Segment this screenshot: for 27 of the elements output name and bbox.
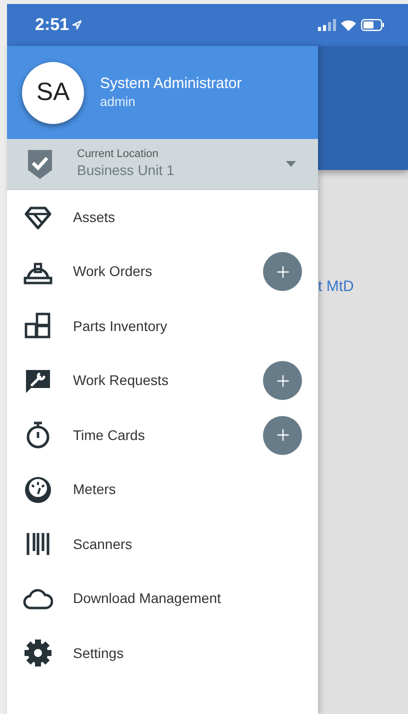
menu-item[interactable]: Parts Inventory	[23, 311, 302, 342]
dropdown-caret-icon	[286, 161, 296, 167]
location-label: Current Location	[77, 148, 160, 162]
battery-icon	[361, 19, 384, 31]
add-button[interactable]	[263, 252, 302, 292]
user-name: System Administrator	[100, 75, 242, 94]
settings-icon	[23, 638, 53, 668]
add-button[interactable]	[263, 416, 302, 455]
location-value: Business Unit 1	[77, 162, 176, 180]
location-selector[interactable]: Current Location Business Unit 1	[7, 139, 318, 190]
wifi-icon	[341, 20, 356, 30]
location-arrow-icon	[72, 20, 82, 30]
shield-check-icon	[27, 149, 53, 179]
menu-item[interactable]: Meters	[23, 474, 302, 505]
menu-item[interactable]: Scanners	[23, 529, 302, 560]
add-button[interactable]	[263, 361, 302, 400]
menu-item[interactable]: Work Requests	[23, 366, 263, 396]
user-login: admin	[100, 94, 136, 110]
menu-item[interactable]: Download Management	[23, 584, 302, 614]
menu-item[interactable]: Assets	[23, 202, 302, 232]
menu-item[interactable]: Time Cards	[23, 420, 263, 450]
menu-item[interactable]: Settings	[23, 638, 302, 668]
status-time: 2:51	[35, 14, 70, 36]
avatar: SA	[22, 62, 84, 124]
gauge-icon	[23, 474, 53, 505]
signal-icon	[318, 19, 336, 31]
menu-item[interactable]: Work Orders	[23, 256, 263, 287]
